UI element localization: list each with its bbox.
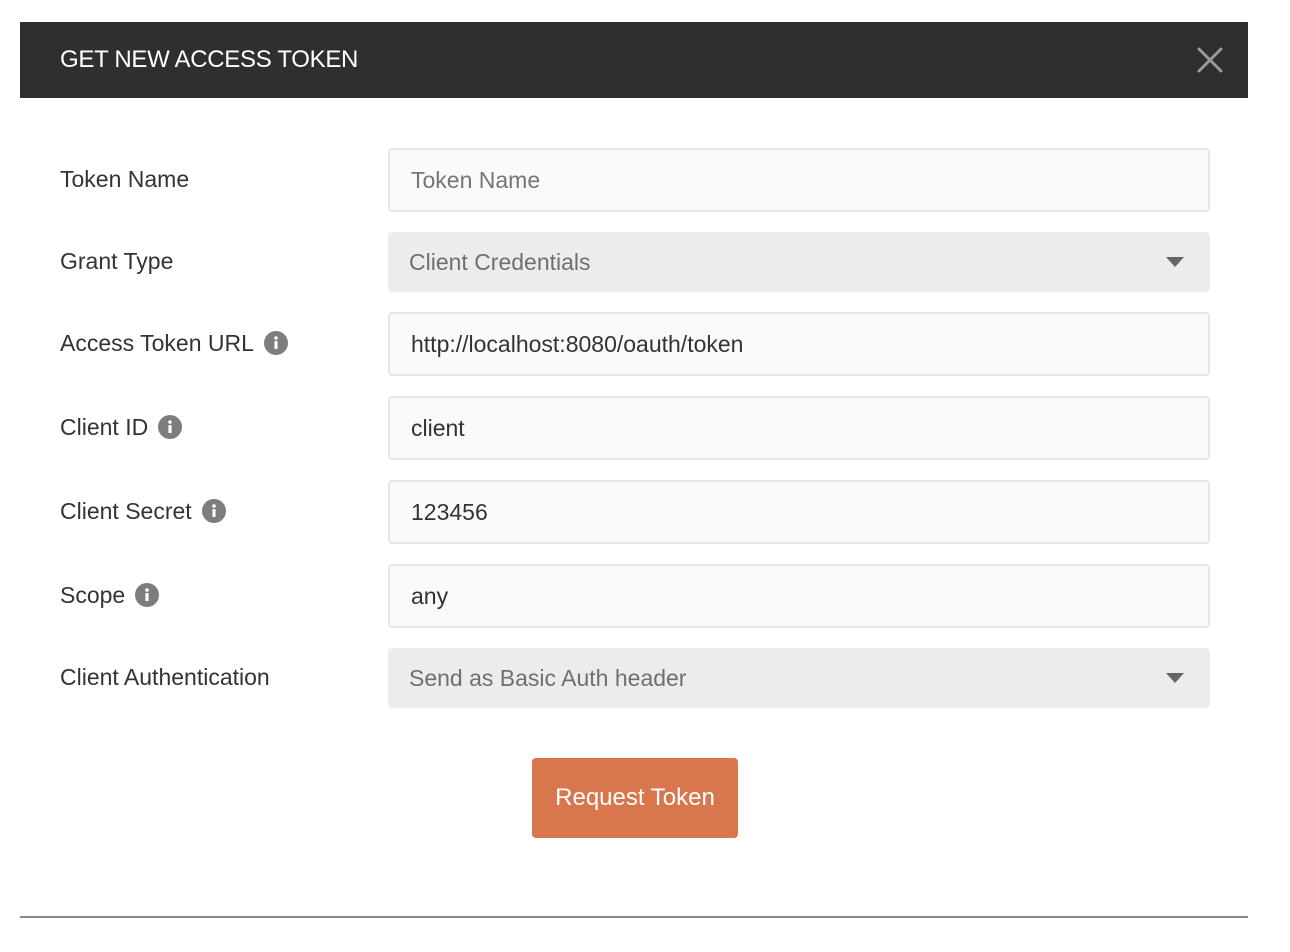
get-new-access-token-modal: GET NEW ACCESS TOKEN Token Name Grant Ty… xyxy=(20,22,1248,918)
client-secret-label: Client Secret xyxy=(60,497,226,525)
access-token-url-input[interactable] xyxy=(388,312,1210,376)
modal-title: GET NEW ACCESS TOKEN xyxy=(60,46,359,73)
client-authentication-select[interactable]: Send as Basic Auth header xyxy=(388,648,1210,708)
client-id-label-text: Client ID xyxy=(60,414,149,440)
info-icon[interactable] xyxy=(158,415,183,439)
info-icon[interactable] xyxy=(201,499,226,523)
access-token-url-label: Access Token URL xyxy=(60,329,288,357)
client-id-input[interactable] xyxy=(388,396,1210,460)
chevron-down-icon xyxy=(1166,257,1184,267)
client-authentication-selected-value: Send as Basic Auth header xyxy=(409,664,687,691)
modal-header: GET NEW ACCESS TOKEN xyxy=(20,22,1248,98)
chevron-down-icon xyxy=(1166,673,1184,683)
client-authentication-label: Client Authentication xyxy=(60,663,270,691)
client-authentication-label-text: Client Authentication xyxy=(60,664,270,690)
client-secret-input[interactable] xyxy=(388,480,1210,544)
info-icon[interactable] xyxy=(135,583,160,607)
client-secret-label-text: Client Secret xyxy=(60,498,192,524)
grant-type-label-text: Grant Type xyxy=(60,248,174,274)
grant-type-select[interactable]: Client Credentials xyxy=(388,232,1210,292)
token-name-input[interactable] xyxy=(388,148,1210,212)
grant-type-selected-value: Client Credentials xyxy=(409,248,591,275)
client-id-label: Client ID xyxy=(60,413,183,441)
token-name-label: Token Name xyxy=(60,165,189,193)
scope-label: Scope xyxy=(60,581,160,609)
grant-type-label: Grant Type xyxy=(60,247,173,275)
scope-label-text: Scope xyxy=(60,582,126,608)
close-button[interactable] xyxy=(1192,42,1228,78)
info-icon[interactable] xyxy=(263,331,288,355)
close-icon xyxy=(1197,47,1223,73)
access-token-url-label-text: Access Token URL xyxy=(60,330,254,356)
request-token-button[interactable]: Request Token xyxy=(532,758,738,838)
scope-input[interactable] xyxy=(388,564,1210,628)
token-name-label-text: Token Name xyxy=(60,166,190,192)
